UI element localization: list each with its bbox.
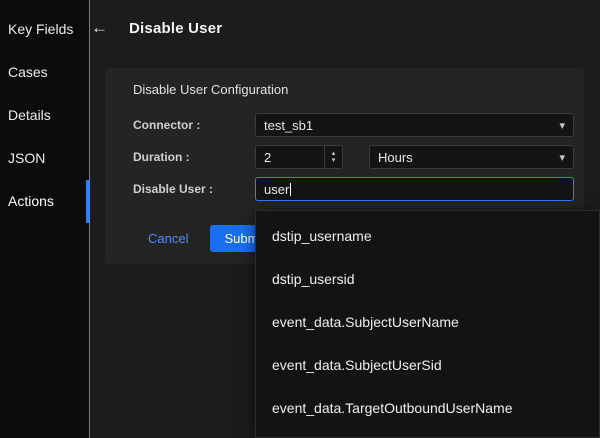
chevron-down-icon: ▾ (559, 119, 565, 132)
chevron-down-icon: ▾ (559, 151, 565, 164)
connector-row: Connector : test_sb1 ▾ (133, 113, 574, 137)
disable-user-input-value: user (264, 182, 289, 197)
duration-unit-select[interactable]: Hours ▾ (369, 145, 574, 169)
page-header: ← Disable User (91, 18, 222, 38)
autocomplete-option[interactable]: event_data.SubjectUserName (256, 301, 599, 344)
duration-row: Duration : 2 ▴ ▾ Hours ▾ (133, 145, 574, 169)
duration-unit-value: Hours (378, 150, 413, 165)
autocomplete-option[interactable]: event_data.SubjectUserSid (256, 344, 599, 387)
page-title: Disable User (129, 20, 222, 37)
sidebar-item-cases[interactable]: Cases (0, 51, 89, 94)
cancel-button[interactable]: Cancel (148, 231, 188, 246)
disable-user-row: Disable User : user (133, 177, 574, 201)
duration-label: Duration : (133, 150, 255, 164)
duration-value: 2 (256, 150, 324, 165)
connector-select[interactable]: test_sb1 ▾ (255, 113, 574, 137)
sidebar-item-json[interactable]: JSON (0, 137, 89, 180)
disable-user-input[interactable]: user (255, 177, 574, 201)
autocomplete-option[interactable]: dstip_username (256, 215, 599, 258)
stepper-down-icon[interactable]: ▾ (332, 157, 336, 164)
back-arrow-icon[interactable]: ← (91, 18, 113, 38)
connector-selected-value: test_sb1 (264, 118, 313, 133)
autocomplete-dropdown: dstip_username dstip_usersid event_data.… (255, 210, 600, 438)
app-root: Key Fields Cases Details JSON Actions ← … (0, 0, 600, 438)
connector-label: Connector : (133, 118, 255, 132)
autocomplete-option[interactable]: dstip_usersid (256, 258, 599, 301)
sidebar: Key Fields Cases Details JSON Actions (0, 0, 90, 438)
duration-stepper[interactable]: ▴ ▾ (324, 146, 342, 168)
duration-number-input[interactable]: 2 ▴ ▾ (255, 145, 343, 169)
autocomplete-option[interactable]: event_data.TargetOutboundUserName (256, 387, 599, 430)
text-cursor (290, 183, 291, 196)
sidebar-item-key-fields[interactable]: Key Fields (0, 8, 89, 51)
panel-title: Disable User Configuration (133, 82, 574, 97)
sidebar-item-details[interactable]: Details (0, 94, 89, 137)
disable-user-label: Disable User : (133, 182, 255, 196)
stepper-up-icon[interactable]: ▴ (332, 150, 336, 157)
sidebar-item-actions[interactable]: Actions (0, 180, 89, 223)
